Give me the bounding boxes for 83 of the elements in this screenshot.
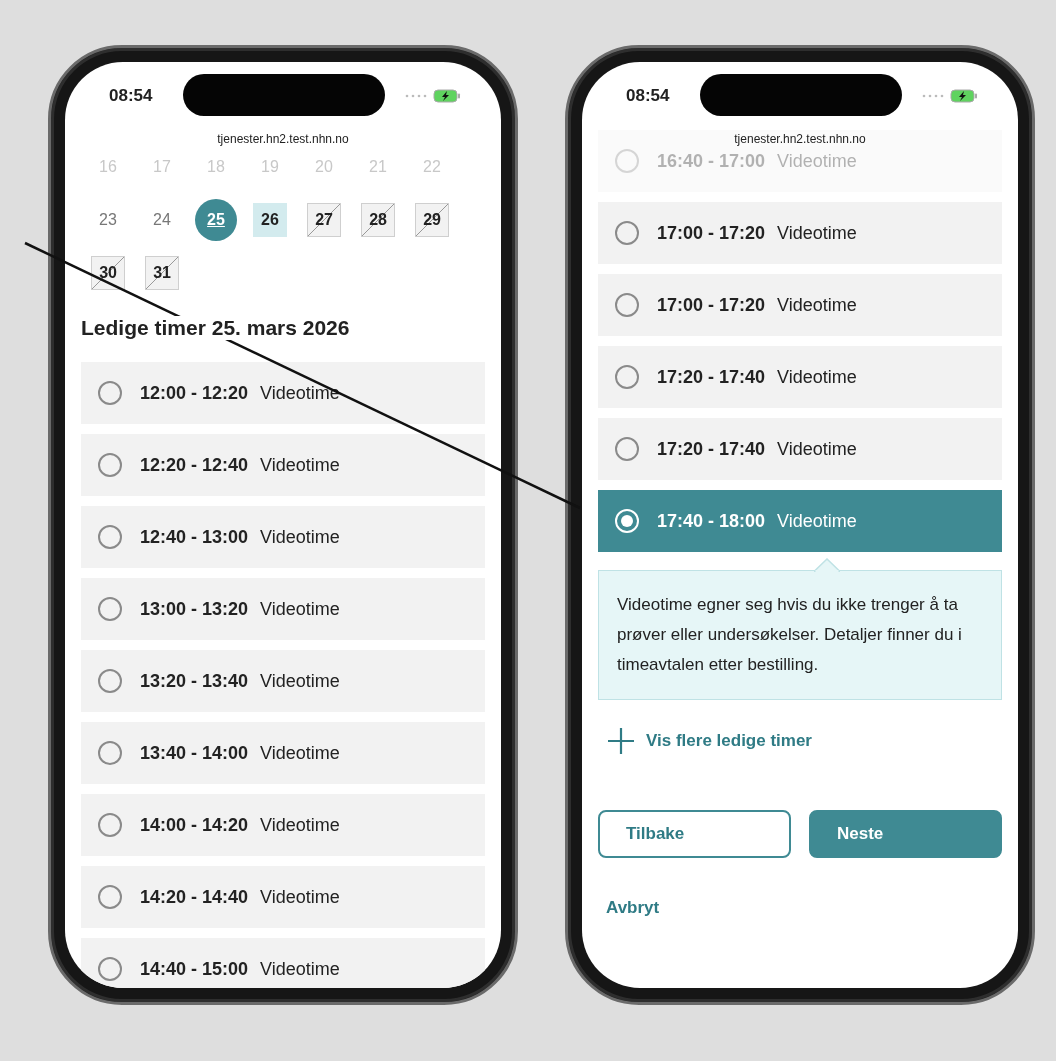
slot-time: 17:00 - 17:20 — [657, 294, 766, 316]
calendar-day: 29 — [415, 203, 449, 237]
radio-icon — [98, 525, 122, 549]
calendar-day[interactable]: 26 — [253, 203, 287, 237]
slot-type: Videotime — [260, 598, 340, 620]
slot-time: 17:40 - 18:00 — [657, 510, 766, 532]
time-slot[interactable]: 12:40 - 13:00 Videotime — [81, 506, 485, 568]
slot-type: Videotime — [260, 958, 340, 980]
slot-time: 17:00 - 17:20 — [657, 222, 766, 244]
slot-type: Videotime — [260, 526, 340, 548]
slot-type: Videotime — [260, 382, 340, 404]
slot-type: Videotime — [777, 150, 857, 172]
time-slot[interactable]: 12:20 - 12:40 Videotime — [81, 434, 485, 496]
status-time: 08:54 — [626, 86, 670, 106]
slot-type: Videotime — [260, 454, 340, 476]
url-text: tjenester.hn2.test.nhn.no — [217, 132, 349, 146]
slot-time: 14:40 - 15:00 — [140, 958, 249, 980]
radio-icon — [98, 741, 122, 765]
time-slot[interactable]: 17:00 - 17:20 Videotime — [598, 202, 1002, 264]
signal-icon — [405, 94, 427, 98]
radio-icon — [615, 365, 639, 389]
radio-icon — [98, 957, 122, 981]
radio-icon — [98, 453, 122, 477]
slot-type: Videotime — [777, 366, 857, 388]
slot-time: 13:20 - 13:40 — [140, 670, 249, 692]
slot-type: Videotime — [260, 670, 340, 692]
calendar-day: 28 — [361, 203, 395, 237]
back-button[interactable]: Tilbake — [598, 810, 791, 859]
slot-type: Videotime — [777, 222, 857, 244]
next-button[interactable]: Neste — [809, 810, 1002, 859]
slot-type: Videotime — [260, 742, 340, 764]
show-more-link[interactable]: Vis flere ledige timer — [646, 731, 812, 752]
status-time: 08:54 — [109, 86, 153, 106]
slot-time: 12:40 - 13:00 — [140, 526, 249, 548]
radio-icon — [615, 293, 639, 317]
radio-icon — [98, 597, 122, 621]
time-slot[interactable]: 17:20 - 17:40 Videotime — [598, 346, 1002, 408]
radio-icon — [615, 149, 639, 173]
time-slot[interactable]: 14:20 - 14:40 Videotime — [81, 866, 485, 928]
slot-time: 14:20 - 14:40 — [140, 886, 249, 908]
radio-icon — [615, 437, 639, 461]
time-slot[interactable]: 17:20 - 17:40 Videotime — [598, 418, 1002, 480]
calendar-day: 23 — [91, 203, 125, 237]
plus-icon — [606, 726, 636, 757]
signal-icon — [922, 94, 944, 98]
cancel-link[interactable]: Avbryt — [606, 898, 660, 919]
radio-icon — [98, 381, 122, 405]
slot-time: 17:20 - 17:40 — [657, 366, 766, 388]
section-heading: Ledige timer 25. mars 2026 — [81, 316, 350, 340]
slot-time: 14:00 - 14:20 — [140, 814, 249, 836]
time-slot[interactable]: 17:40 - 18:00 Videotime — [598, 490, 1002, 552]
slot-type: Videotime — [777, 510, 857, 532]
info-text: Videotime egner seg hvis du ikke trenger å ta prøver eller undersøkelser. Detaljer finner du i timeavtalen etter bestilling. — [617, 595, 962, 674]
slot-time: 12:00 - 12:20 — [140, 382, 249, 404]
time-slot[interactable]: 14:40 - 15:00 Videotime — [81, 938, 485, 988]
slot-type: Videotime — [260, 886, 340, 908]
calendar-day[interactable]: 25 — [195, 199, 237, 241]
radio-icon — [98, 885, 122, 909]
calendar-day: 24 — [145, 203, 179, 237]
slot-type: Videotime — [777, 438, 857, 460]
slot-time: 16:40 - 17:00 — [657, 150, 766, 172]
slot-type: Videotime — [777, 294, 857, 316]
slot-time: 13:00 - 13:20 — [140, 598, 249, 620]
radio-icon — [98, 669, 122, 693]
calendar-day: 30 — [91, 256, 125, 290]
time-slot[interactable]: 13:00 - 13:20 Videotime — [81, 578, 485, 640]
slot-time: 12:20 - 12:40 — [140, 454, 249, 476]
time-slot[interactable]: 13:20 - 13:40 Videotime — [81, 650, 485, 712]
time-slot[interactable]: 17:00 - 17:20 Videotime — [598, 274, 1002, 336]
time-slot[interactable]: 12:00 - 12:20 Videotime — [81, 362, 485, 424]
radio-icon — [615, 509, 639, 533]
url-text: tjenester.hn2.test.nhn.no — [734, 132, 866, 146]
radio-icon — [98, 813, 122, 837]
battery-icon — [950, 89, 978, 103]
calendar-day: 27 — [307, 203, 341, 237]
radio-icon — [615, 221, 639, 245]
time-slot[interactable]: 13:40 - 14:00 Videotime — [81, 722, 485, 784]
time-slot[interactable]: 14:00 - 14:20 Videotime — [81, 794, 485, 856]
slot-type: Videotime — [260, 814, 340, 836]
calendar-day: 31 — [145, 256, 179, 290]
slot-time: 17:20 - 17:40 — [657, 438, 766, 460]
slot-time: 13:40 - 14:00 — [140, 742, 249, 764]
battery-icon — [433, 89, 461, 103]
